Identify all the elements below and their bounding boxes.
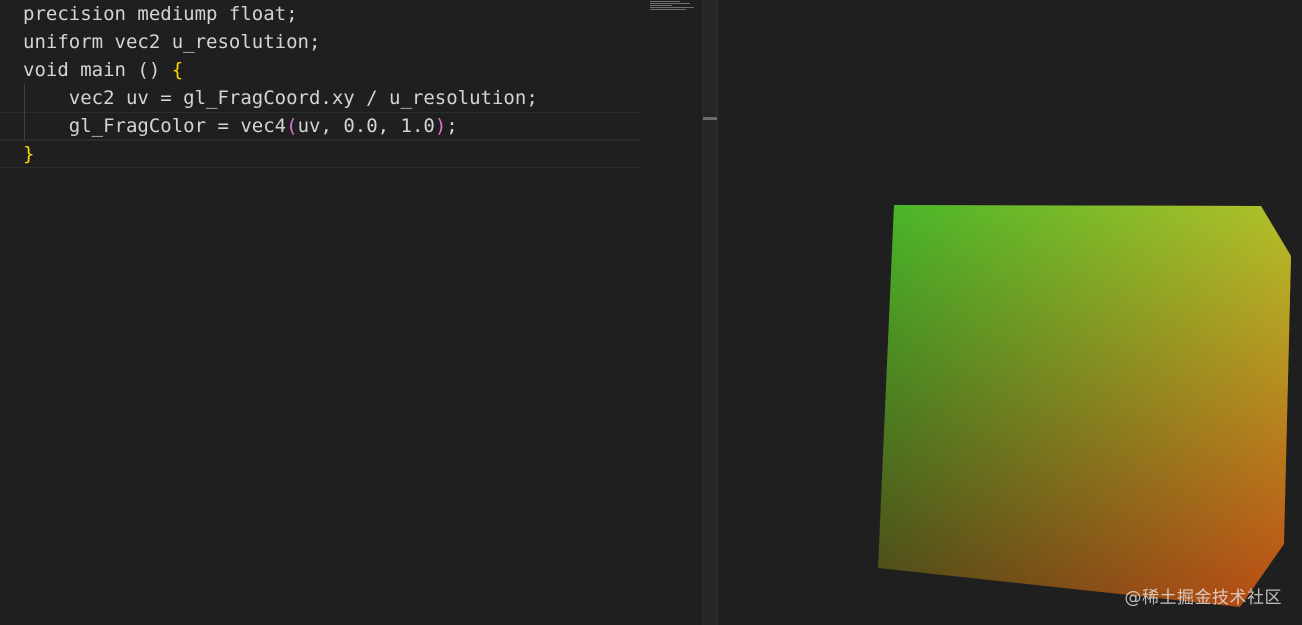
watermark: @稀土掘金技术社区 <box>1124 588 1282 608</box>
code-line-2[interactable]: uniform vec2 u_resolution; <box>23 28 538 56</box>
code-line-3[interactable]: void main () { <box>23 56 538 84</box>
gradient-shape <box>878 205 1291 607</box>
open-paren: ( <box>286 115 298 137</box>
code-line-1[interactable]: precision mediump float; <box>23 0 538 28</box>
code-line-4[interactable]: vec2 uv = gl_FragCoord.xy / u_resolution… <box>23 84 538 112</box>
minimap[interactable] <box>650 1 694 11</box>
close-brace: } <box>23 143 35 165</box>
code-lines[interactable]: precision mediump float; uniform vec2 u_… <box>23 0 538 168</box>
code-args: uv, 0.0, 1.0 <box>297 115 435 137</box>
code-semicolon: ; <box>446 115 458 137</box>
shader-canvas <box>878 205 1291 607</box>
vertical-scrollbar[interactable] <box>702 0 718 625</box>
code-line-6[interactable]: } <box>23 140 538 168</box>
close-paren: ) <box>434 115 447 137</box>
app-root: precision mediump float; uniform vec2 u_… <box>0 0 1302 625</box>
scrollbar-thumb[interactable] <box>703 117 717 120</box>
shader-preview <box>718 0 1302 625</box>
open-brace: { <box>171 59 184 81</box>
code-text: gl_FragColor = vec4 <box>23 115 287 137</box>
code-editor[interactable]: precision mediump float; uniform vec2 u_… <box>0 0 702 625</box>
code-text: void main () <box>23 59 172 81</box>
code-line-5[interactable]: gl_FragColor = vec4(uv, 0.0, 1.0); <box>23 112 538 140</box>
